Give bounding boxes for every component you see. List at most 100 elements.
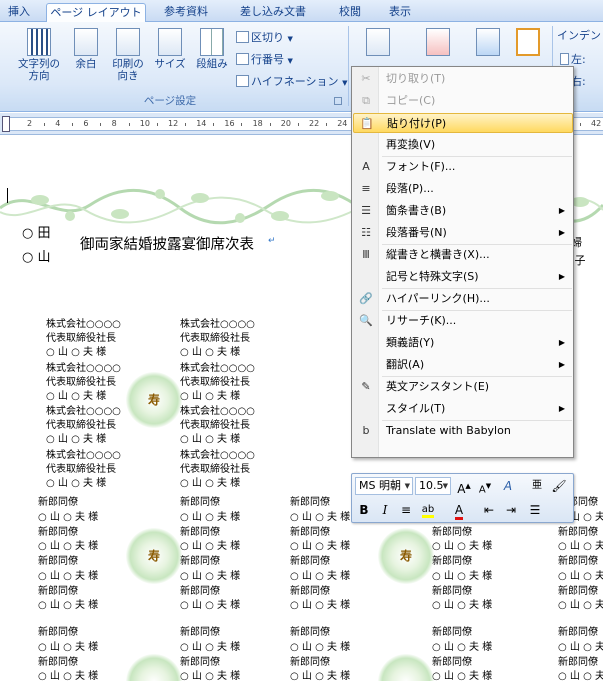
page-setup-dialog-launcher[interactable] [334,97,342,105]
guest-name: ○ 山 ○ 夫 様 [558,541,603,552]
company-name: 株式会社○○○○ [46,449,121,461]
text-direction-icon [27,28,51,56]
menu-item-15[interactable]: スタイル(T) ▶ [353,399,573,419]
breaks-button[interactable]: 区切り ▼ [236,30,293,46]
guest-name: ○ 山 ○ 夫 様 [290,541,351,552]
hyperlink-icon: 🔗 [359,292,373,305]
kotobuki-emblem: 寿 [378,528,434,584]
chevron-right-icon: ▶ [558,360,565,369]
decrease-indent-icon[interactable]: ⇤ [480,501,498,519]
colleague-label: 新郎同僚 [290,497,330,508]
menu-item-2[interactable]: 📋 貼り付け(P) [353,113,573,133]
guest-name: ○ 山 ○ 夫 様 [180,600,241,611]
ruler-number: 14 [196,119,207,128]
ruler-tick [185,123,186,126]
menu-item-6[interactable]: ☰ 箇条書き(B) ▶ [353,201,573,221]
menu-item-3[interactable]: 再変換(V) [353,135,573,155]
chevron-right-icon: ▶ [558,206,565,215]
colleague-label: 新郎同僚 [180,497,220,508]
grow-font-icon[interactable]: A▲ [455,477,473,496]
ruler-number: 4 [55,119,61,128]
menu-item-14[interactable]: ✎ 英文アシスタント(E) [353,377,573,397]
phonetic-guide-icon[interactable]: 亜 [528,477,546,495]
text-style-icon[interactable]: A [499,477,517,495]
menu-item-13[interactable]: 翻訳(A) ▶ [353,355,573,375]
font-color-icon[interactable]: A [450,501,468,520]
center-align-icon[interactable]: ≡ [397,501,415,519]
guest-name: ○ 山 ○ 夫 様 [290,671,351,681]
tab-view[interactable]: 表示 [380,3,420,22]
chevron-right-icon: ▶ [558,404,565,413]
columns-button[interactable]: 段組み [192,28,232,84]
ruler-number: 10 [139,119,150,128]
hyphenation-button[interactable]: ハイフネーション ▼ [236,74,347,90]
company-name: 株式会社○○○○ [180,449,255,461]
indent-marker-icon[interactable] [2,116,10,132]
bullets-icon[interactable]: ☰ [526,501,544,519]
tab-review[interactable]: 校閲 [330,3,370,22]
tab-references[interactable]: 参考資料 [155,3,217,22]
ruler-number: 16 [224,119,235,128]
colleague-label: 新郎同僚 [432,526,472,538]
text-direction-button[interactable]: 文字列の 方向 [14,28,64,84]
bold-button[interactable]: B [355,501,373,519]
menu-item-8[interactable]: Ⅲ 縦書きと横書き(X)... [353,245,573,265]
format-painter-icon[interactable]: 🖌 [550,477,568,495]
font-name-combo[interactable]: MS 明朝 ▼ [355,477,413,495]
menu-item-11[interactable]: 🔍 リサーチ(K)... [353,311,573,331]
blank-icon [359,270,373,284]
chevron-down-icon[interactable]: ▼ [443,478,448,494]
shrink-font-icon[interactable]: A▼ [476,477,494,495]
menu-item-16[interactable]: b Translate with Babylon [353,421,573,441]
tab-mailings[interactable]: 差し込み文書 [230,3,316,22]
guest-name: ○ 山 ○ 夫 様 [38,600,99,611]
company-name: 株式会社○○○○ [180,406,255,417]
menu-item-12[interactable]: 類義語(Y) ▶ [353,333,573,353]
company-name: 株式会社○○○○ [180,319,255,330]
line-numbers-button[interactable]: 行番号 ▼ [236,52,293,68]
menu-item-label: 段落(P)... [386,182,434,195]
guest-name: ○ 山 ○ 夫 様 [180,511,241,523]
menu-item-label: 翻訳(A) [386,358,425,371]
guest-name: ○ 山 ○ 夫 様 [180,347,241,358]
tab-page-layout[interactable]: ページ レイアウト [46,3,146,23]
representative-title: 代表取締役社長 [180,376,250,388]
margins-button[interactable]: 余白 [66,28,106,84]
ruler-number: 6 [83,119,89,128]
blank-icon [359,402,373,416]
menu-item-7[interactable]: ☷ 段落番号(N) ▶ [353,223,573,243]
chevron-down-icon[interactable]: ▼ [405,478,410,494]
ruler-number: 2 [27,119,33,128]
guest-name: ○ 山 ○ 夫 様 [558,570,603,582]
colleague-label: 新郎同僚 [38,497,78,508]
guest-name: ○ 山 ○ 夫 様 [180,671,241,681]
tab-insert[interactable]: 挿入 [4,3,34,22]
font-size-combo[interactable]: 10.5 ▼ [415,477,451,495]
increase-indent-icon[interactable]: ⇥ [502,501,520,519]
italic-button[interactable]: I [376,501,394,519]
size-button[interactable]: サイズ [150,28,190,84]
representative-title: 代表取締役社長 [180,463,250,475]
menu-item-1[interactable]: ⧉ コピー(C) [353,91,573,111]
ruler-number: 22 [309,119,320,128]
menu-item-4[interactable]: A フォント(F)... [353,157,573,177]
menu-item-0[interactable]: ✂ 切り取り(T) [353,69,573,89]
orientation-button[interactable]: 印刷の 向き [106,28,150,84]
hyphenation-icon [236,75,249,87]
company-name: 株式会社○○○○ [46,362,121,374]
menu-item-5[interactable]: ≡ 段落(P)... [353,179,573,199]
colleague-label: 新郎同僚 [432,556,472,567]
page-setup-group-label: ページ設定 [143,95,197,107]
ruler-tick [297,123,299,126]
ruler-tick [44,123,45,126]
representative-title: 代表取締役社長 [46,333,116,344]
colleague-label: 新郎同僚 [38,526,78,538]
research-icon: 🔍 [359,314,373,327]
menu-item-9[interactable]: 記号と特殊文字(S) ▶ [353,267,573,287]
ruler-number: 42 [591,119,602,128]
menu-item-10[interactable]: 🔗 ハイパーリンク(H)... [353,289,573,309]
ruler-number: 20 [280,119,291,128]
representative-title: 代表取締役社長 [46,420,116,431]
highlighter-icon[interactable]: ab [419,501,437,519]
guest-name: ○ 山 ○ 夫 様 [180,541,241,552]
